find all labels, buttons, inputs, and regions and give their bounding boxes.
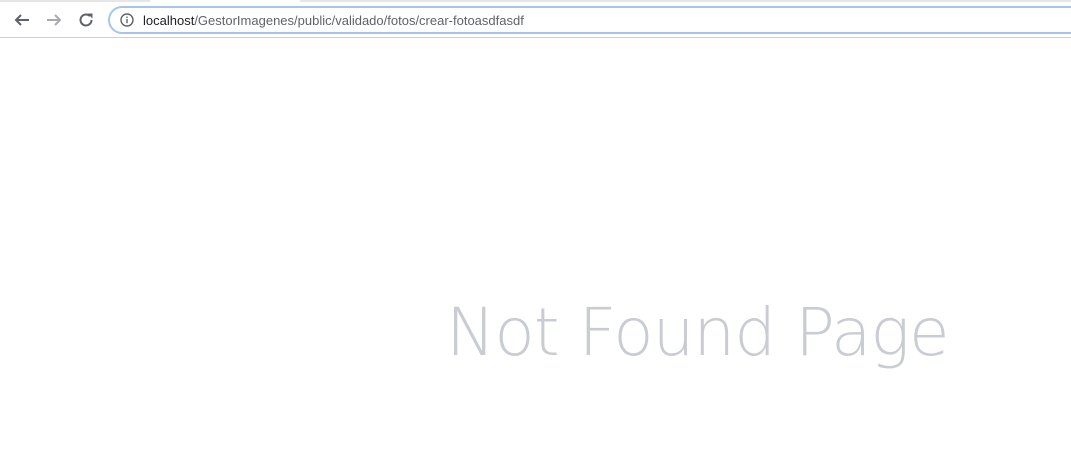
url-path: /GestorImagenes/public/validado/fotos/cr… — [194, 12, 524, 28]
back-button[interactable] — [11, 9, 33, 31]
info-icon[interactable] — [119, 12, 135, 28]
url-text[interactable]: localhost/GestorImagenes/public/validado… — [143, 13, 524, 28]
page-content: Not Found Page — [0, 38, 1071, 458]
tab-strip-edge — [0, 0, 150, 2]
address-bar[interactable]: localhost/GestorImagenes/public/validado… — [108, 6, 1071, 34]
tab-strip-edge — [300, 0, 1071, 2]
reload-button[interactable] — [75, 9, 97, 31]
arrow-right-icon — [46, 12, 62, 28]
arrow-left-icon — [14, 12, 30, 28]
reload-icon — [78, 12, 94, 28]
forward-button[interactable] — [43, 9, 65, 31]
url-host: localhost — [143, 12, 195, 28]
browser-toolbar: localhost/GestorImagenes/public/validado… — [0, 0, 1071, 38]
not-found-message: Not Found Page — [446, 294, 950, 371]
